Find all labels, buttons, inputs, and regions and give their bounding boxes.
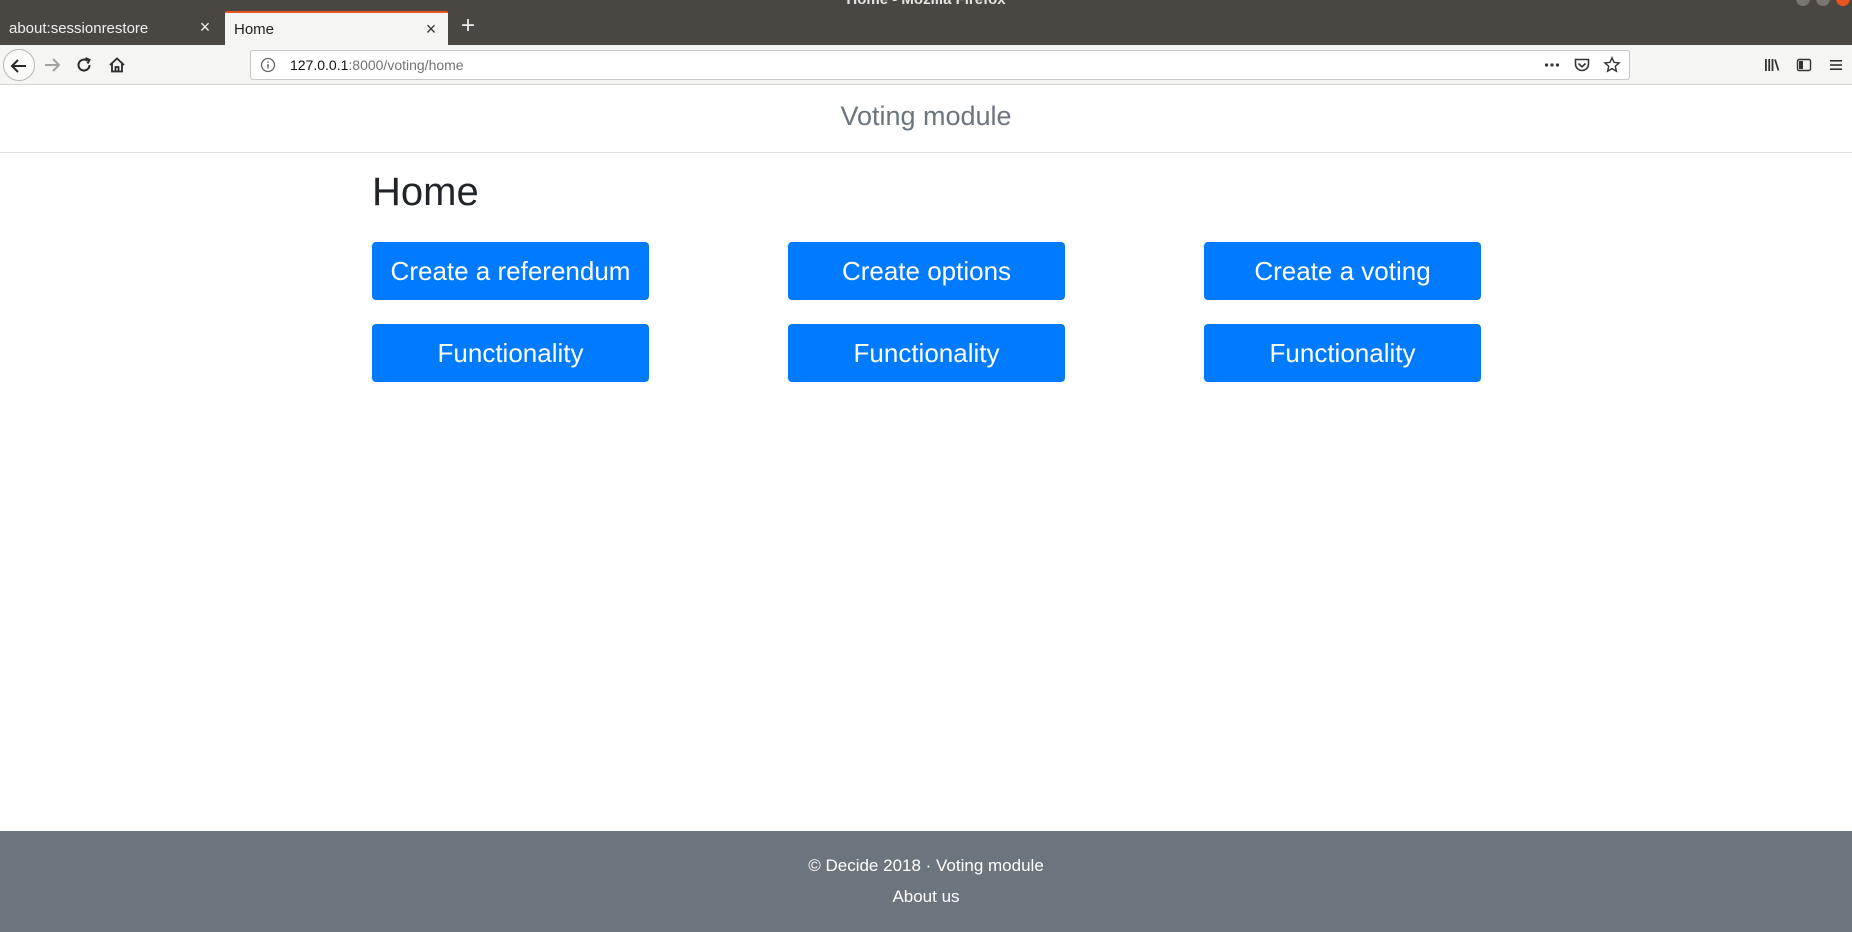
url-text[interactable]: 127.0.0.1:8000/voting/home <box>290 57 464 73</box>
maximize-button[interactable] <box>1816 0 1830 6</box>
functionality-button-2[interactable]: Functionality <box>788 324 1065 382</box>
hamburger-menu-icon <box>1830 60 1842 70</box>
url-path: :8000/voting/home <box>348 57 464 73</box>
url-actions <box>1543 56 1621 74</box>
close-icon[interactable]: × <box>423 20 439 38</box>
url-bar[interactable]: 127.0.0.1:8000/voting/home <box>250 50 1630 80</box>
url-host: 127.0.0.1 <box>290 57 349 73</box>
star-icon[interactable] <box>1603 56 1621 74</box>
tab-label: Home <box>234 20 275 38</box>
forward-arrow-icon <box>45 58 61 72</box>
create-options-button[interactable]: Create options <box>788 242 1065 300</box>
create-referendum-button[interactable]: Create a referendum <box>372 242 649 300</box>
about-us-link[interactable]: About us <box>892 887 959 907</box>
minimize-button[interactable] <box>1796 0 1810 6</box>
library-icon <box>1765 59 1780 71</box>
back-arrow-icon <box>10 59 26 73</box>
page-title: Home <box>372 170 479 214</box>
reload-button[interactable] <box>68 49 100 81</box>
menu-button[interactable] <box>1820 49 1852 81</box>
web-page: Voting module Home Create a referendum C… <box>0 86 1852 932</box>
window-controls <box>1796 0 1850 6</box>
sidebar-button[interactable] <box>1788 49 1820 81</box>
new-tab-button[interactable]: + <box>455 14 481 40</box>
window-title: Home - Mozilla Firefox <box>0 0 1852 9</box>
window-close-button[interactable] <box>1836 0 1850 6</box>
main-content: Home Create a referendum Create options … <box>372 168 1482 382</box>
library-button[interactable] <box>1756 49 1788 81</box>
create-voting-button[interactable]: Create a voting <box>1204 242 1481 300</box>
forward-button[interactable] <box>36 49 68 81</box>
home-icon <box>109 57 125 73</box>
pocket-icon[interactable] <box>1573 56 1591 74</box>
footer-copyright: © Decide 2018 · Voting module <box>808 856 1044 875</box>
home-button[interactable] <box>101 49 133 81</box>
site-footer: © Decide 2018 · Voting module About us <box>0 831 1852 932</box>
close-icon[interactable]: × <box>197 18 213 36</box>
site-header: Voting module <box>0 86 1852 153</box>
toolbar-right <box>1756 49 1852 81</box>
reload-icon <box>77 57 91 72</box>
browser-navbar: 127.0.0.1:8000/voting/home <box>0 45 1852 85</box>
browser-titlebar: Home - Mozilla Firefox about:sessionrest… <box>0 0 1852 45</box>
tab-sessionrestore[interactable]: about:sessionrestore × <box>0 11 222 45</box>
sidebar-icon <box>1796 58 1812 72</box>
functionality-button-3[interactable]: Functionality <box>1204 324 1481 382</box>
tab-label: about:sessionrestore <box>9 19 149 37</box>
ellipsis-icon[interactable] <box>1543 56 1561 74</box>
back-button[interactable] <box>3 49 35 81</box>
site-brand[interactable]: Voting module <box>840 101 1011 132</box>
action-button-grid: Create a referendum Create options Creat… <box>372 242 1482 382</box>
functionality-button-1[interactable]: Functionality <box>372 324 649 382</box>
info-icon[interactable] <box>260 57 276 73</box>
tab-home[interactable]: Home × <box>225 11 448 45</box>
